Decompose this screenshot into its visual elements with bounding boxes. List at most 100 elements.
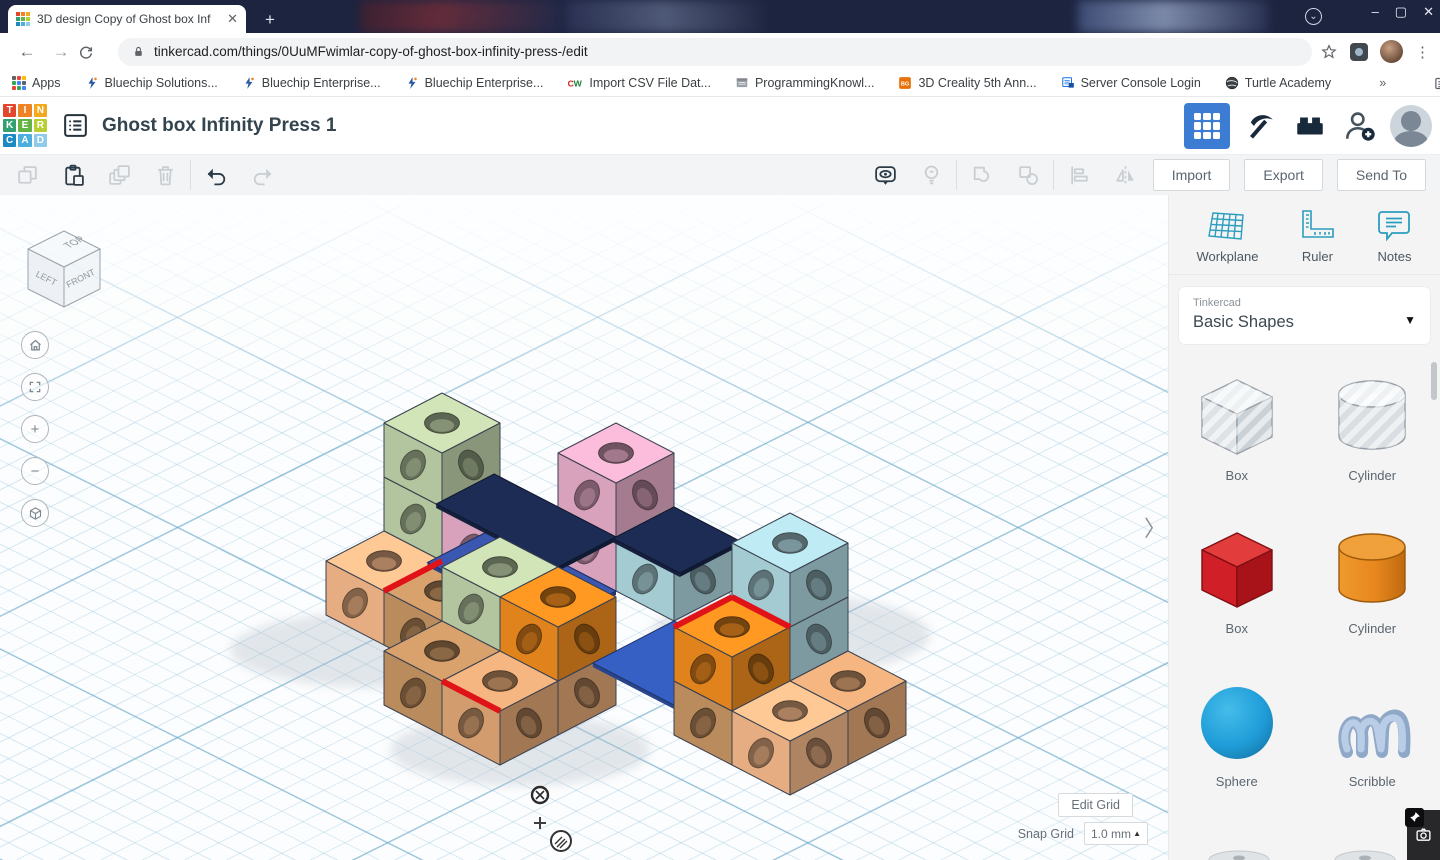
glass-cylinder-thumbnail[interactable] <box>1326 370 1418 462</box>
zoom-out-button[interactable]: − <box>21 457 49 485</box>
profile-avatar[interactable] <box>1390 105 1432 147</box>
logo-tile: C <box>3 134 17 148</box>
shape-label: Scribble <box>1348 774 1396 789</box>
mirror-icon <box>1102 158 1148 192</box>
workplane-icon <box>1205 209 1249 243</box>
design-title[interactable]: Ghost box Infinity Press 1 <box>102 115 336 137</box>
bookmark-item[interactable]: Bluechip Enterprise... <box>405 76 543 90</box>
model-scene[interactable] <box>0 195 1168 860</box>
pin-icon[interactable] <box>1405 808 1424 827</box>
theme-image-blur <box>1078 0 1268 33</box>
back-button[interactable]: ← <box>10 42 44 62</box>
perspective-toggle-button[interactable] <box>21 499 49 527</box>
sidebar-scrollbar[interactable] <box>1431 362 1437 400</box>
workplane-tool[interactable]: Workplane <box>1197 209 1258 264</box>
red-box-thumbnail[interactable] <box>1191 523 1283 615</box>
reading-list-button[interactable]: Reading list <box>1434 76 1440 91</box>
toolbar-divider <box>190 160 191 190</box>
scribble-thumbnail[interactable] <box>1326 676 1418 768</box>
home-view-button[interactable] <box>21 331 49 359</box>
logo-tile: R <box>33 118 47 133</box>
media-controls-icon[interactable]: ⌄ <box>1305 8 1322 25</box>
bookmark-label: Bluechip Enterprise... <box>261 76 381 90</box>
cw-favicon: CW <box>567 76 583 90</box>
forward-button[interactable]: → <box>44 42 78 62</box>
camera-icon[interactable] <box>1415 826 1432 843</box>
window-minimize-button[interactable]: – <box>1372 4 1379 20</box>
shape-label: Box <box>1225 468 1248 483</box>
caret-down-icon: ▼ <box>1404 313 1416 327</box>
shape-item-cylinder-3[interactable]: Cylinder <box>1326 523 1418 636</box>
bookmark-item[interactable]: BG 3D Creality 5th Ann... <box>898 76 1037 90</box>
shape-item-cylinder-1[interactable]: Cylinder <box>1326 370 1418 483</box>
bookmark-label: Server Console Login <box>1080 76 1201 90</box>
bluechip-favicon <box>405 76 419 90</box>
bookmark-label: Import CSV File Dat... <box>589 76 711 90</box>
sidebar-collapse-chevron[interactable]: 〉 <box>1144 511 1166 543</box>
bookmarks-overflow-icon[interactable]: » <box>1379 76 1386 90</box>
invite-collaborator-icon[interactable] <box>1340 106 1380 146</box>
browser-menu-icon[interactable]: ⋮ <box>1415 43 1430 61</box>
bookmark-label: Turtle Academy <box>1244 76 1332 90</box>
url-bar[interactable]: tinkercad.com/things/0UuMFwimlar-copy-of… <box>118 37 1312 66</box>
fit-view-button[interactable] <box>21 373 49 401</box>
extension-icon[interactable] <box>1350 42 1368 61</box>
ruler-tool[interactable]: Ruler <box>1297 209 1337 264</box>
minecraft-pickaxe-icon[interactable] <box>1240 106 1280 146</box>
reload-button[interactable] <box>78 44 112 60</box>
notes-tool[interactable]: Notes <box>1376 209 1412 264</box>
shape-label: Sphere <box>1215 774 1258 789</box>
apps-shortcut[interactable]: Apps <box>12 76 61 90</box>
glass-box-thumbnail[interactable] <box>1191 370 1283 462</box>
snap-grid-dropdown[interactable]: 1.0 mm ▲ <box>1084 822 1148 845</box>
bookmark-star-icon[interactable] <box>1320 43 1338 61</box>
export-button[interactable]: Export <box>1244 159 1323 191</box>
window-maximize-button[interactable]: ▢ <box>1395 4 1407 20</box>
shape-item-sphere-4[interactable]: Sphere <box>1191 676 1283 789</box>
tinkercad-logo[interactable]: TIN KER CAD <box>2 103 48 149</box>
shape-item-scribble-5[interactable]: Scribble <box>1326 676 1418 789</box>
bricks-icon[interactable] <box>1290 106 1330 146</box>
browser-profile-avatar[interactable] <box>1380 40 1403 63</box>
blocks-view-button[interactable] <box>1184 103 1230 149</box>
bookmark-item[interactable]: Bluechip Enterprise... <box>242 76 381 90</box>
copy-icon <box>4 158 50 192</box>
browser-tab[interactable]: 3D design Copy of Ghost box Inf ✕ <box>8 5 246 33</box>
bookmark-item[interactable]: Server Console Login <box>1061 76 1201 90</box>
3d-viewport[interactable]: TOP LEFT FRONT + − 〉 Edit Grid Snap Grid… <box>0 195 1168 860</box>
import-button[interactable]: Import <box>1152 159 1231 191</box>
snap-grid-value: 1.0 mm <box>1091 826 1132 841</box>
bookmark-item[interactable]: C W Import CSV File Dat... <box>567 76 711 90</box>
bluechip-favicon <box>242 76 256 90</box>
theme-image-blur <box>565 0 765 33</box>
caret-up-icon: ▲ <box>1133 829 1141 838</box>
send-to-button[interactable]: Send To <box>1336 159 1426 191</box>
apps-grid-icon <box>12 76 26 90</box>
new-tab-button[interactable]: + <box>258 8 282 32</box>
paste-icon[interactable] <box>50 158 96 192</box>
library-value: Basic Shapes <box>1193 313 1294 331</box>
bookmark-item[interactable]: Turtle Academy <box>1225 76 1331 90</box>
shape-library-dropdown[interactable]: Tinkercad Basic Shapes ▼ <box>1179 287 1430 344</box>
globe-favicon <box>1225 76 1239 90</box>
show-hide-icon[interactable] <box>862 158 908 192</box>
shape-label: Cylinder <box>1348 621 1397 636</box>
view-cube[interactable]: TOP LEFT FRONT <box>18 223 110 315</box>
redo-icon <box>239 158 285 192</box>
window-close-button[interactable]: ✕ <box>1423 4 1434 20</box>
design-menu-icon[interactable] <box>62 112 89 139</box>
group-icon <box>959 158 1005 192</box>
origin-marker <box>530 785 572 852</box>
orange-cylinder-thumbnail[interactable] <box>1326 523 1418 615</box>
undo-icon[interactable] <box>193 158 239 192</box>
sphere-thumbnail[interactable] <box>1191 676 1283 768</box>
bluechip-favicon <box>85 76 99 90</box>
zoom-in-button[interactable]: + <box>21 415 49 443</box>
tab-close-icon[interactable]: ✕ <box>227 11 238 27</box>
bookmark-item[interactable]: ProgrammingKnowl... <box>735 76 874 90</box>
bookmark-item[interactable]: Bluechip Solutions... <box>85 76 218 90</box>
logo-tile: K <box>3 118 17 133</box>
shape-item-box-0[interactable]: Box <box>1191 370 1283 483</box>
edit-grid-button[interactable]: Edit Grid <box>1058 793 1133 817</box>
shape-item-box-2[interactable]: Box <box>1191 523 1283 636</box>
